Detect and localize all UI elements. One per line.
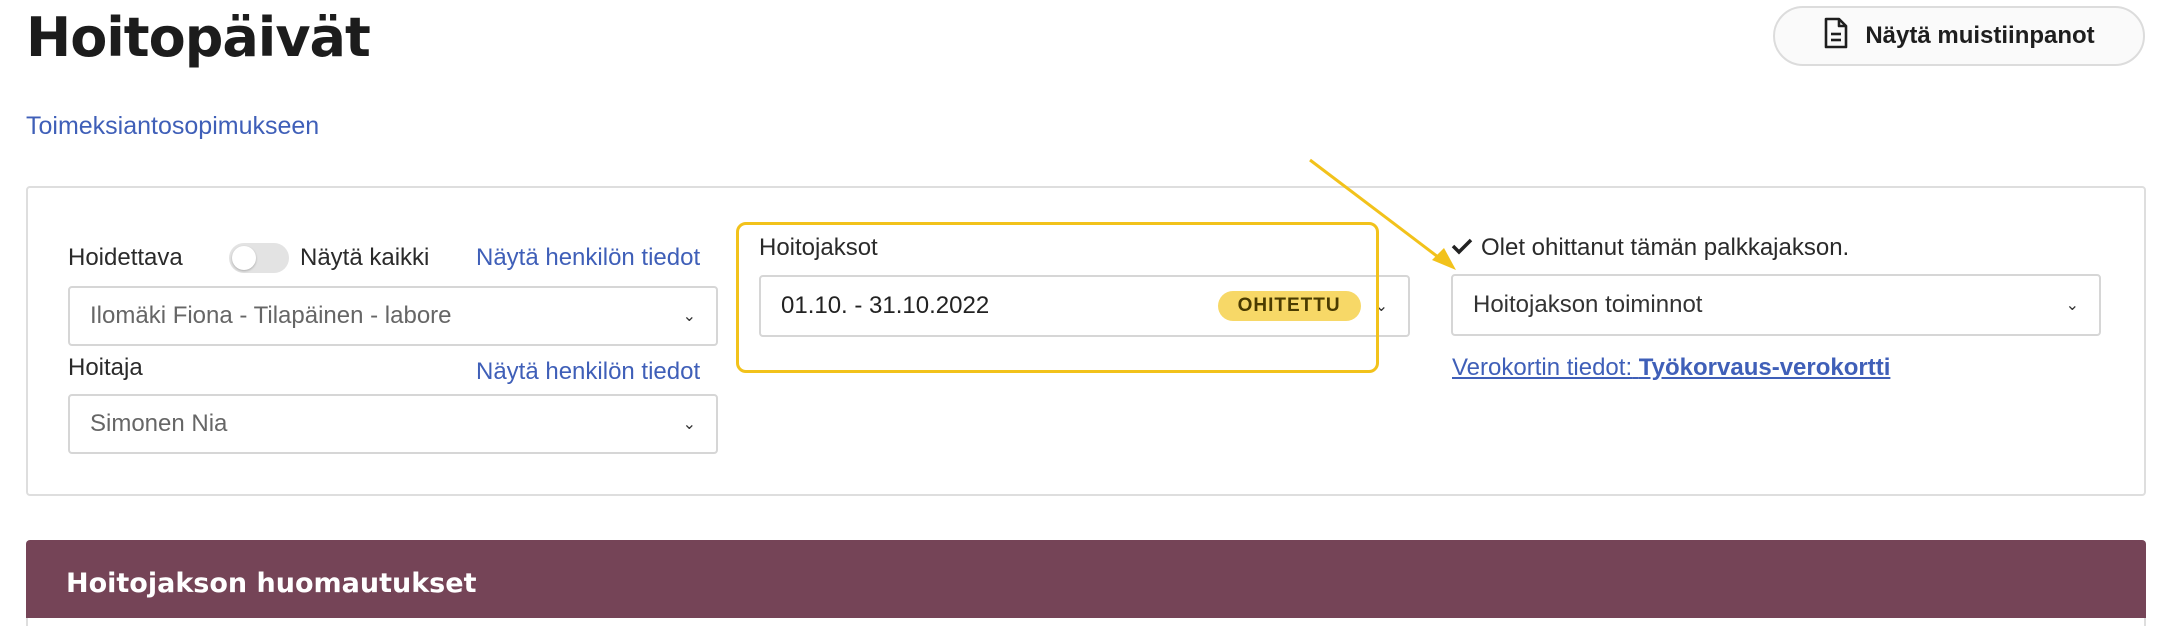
patient-select[interactable]: Ilomäki Fiona - Tilapäinen - labore ⌄ <box>68 286 718 346</box>
patient-select-value: Ilomäki Fiona - Tilapäinen - labore <box>90 302 452 329</box>
caregiver-info-link[interactable]: Näytä henkilön tiedot <box>476 358 700 386</box>
chevron-down-icon: ⌄ <box>2065 297 2079 314</box>
chevron-down-icon: ⌄ <box>682 416 696 433</box>
show-all-label: Näytä kaikki <box>300 244 430 271</box>
period-remarks-title: Hoitojakson huomautukset <box>66 567 477 599</box>
period-actions-select[interactable]: Hoitojakson toiminnot ⌄ <box>1451 274 2101 336</box>
caregiver-select[interactable]: Simonen Nia ⌄ <box>68 394 718 454</box>
skipped-message: Olet ohittanut tämän palkkajakson. <box>1451 234 1849 262</box>
period-actions-value: Hoitojakson toiminnot <box>1473 291 1703 318</box>
patient-info-link[interactable]: Näytä henkilön tiedot <box>476 244 700 272</box>
tax-card-link[interactable]: Verokortin tiedot: Työkorvaus-verokortti <box>1452 354 1890 382</box>
agreement-link[interactable]: Toimeksiantosopimukseen <box>26 112 319 141</box>
caregiver-select-value: Simonen Nia <box>90 410 228 437</box>
period-remarks-body <box>26 618 2146 626</box>
document-icon <box>1823 17 1849 56</box>
caregiver-label: Hoitaja <box>68 354 143 381</box>
show-notes-label: Näytä muistiinpanot <box>1865 22 2095 49</box>
toggle-knob <box>232 246 256 270</box>
page-title: Hoitopäivät <box>26 6 371 69</box>
patient-label: Hoidettava <box>68 244 183 271</box>
chevron-down-icon: ⌄ <box>682 308 696 325</box>
skipped-message-text: Olet ohittanut tämän palkkajakson. <box>1481 234 1850 261</box>
tax-card-name: Työkorvaus-verokortti <box>1638 354 1891 381</box>
period-remarks-header: Hoitojakson huomautukset <box>26 540 2146 626</box>
show-all-toggle[interactable] <box>229 243 289 273</box>
show-notes-button[interactable]: Näytä muistiinpanot <box>1773 6 2145 66</box>
periods-highlight-frame <box>736 222 1379 373</box>
tax-card-prefix: Verokortin tiedot: <box>1452 354 1633 381</box>
check-icon <box>1451 237 1473 260</box>
